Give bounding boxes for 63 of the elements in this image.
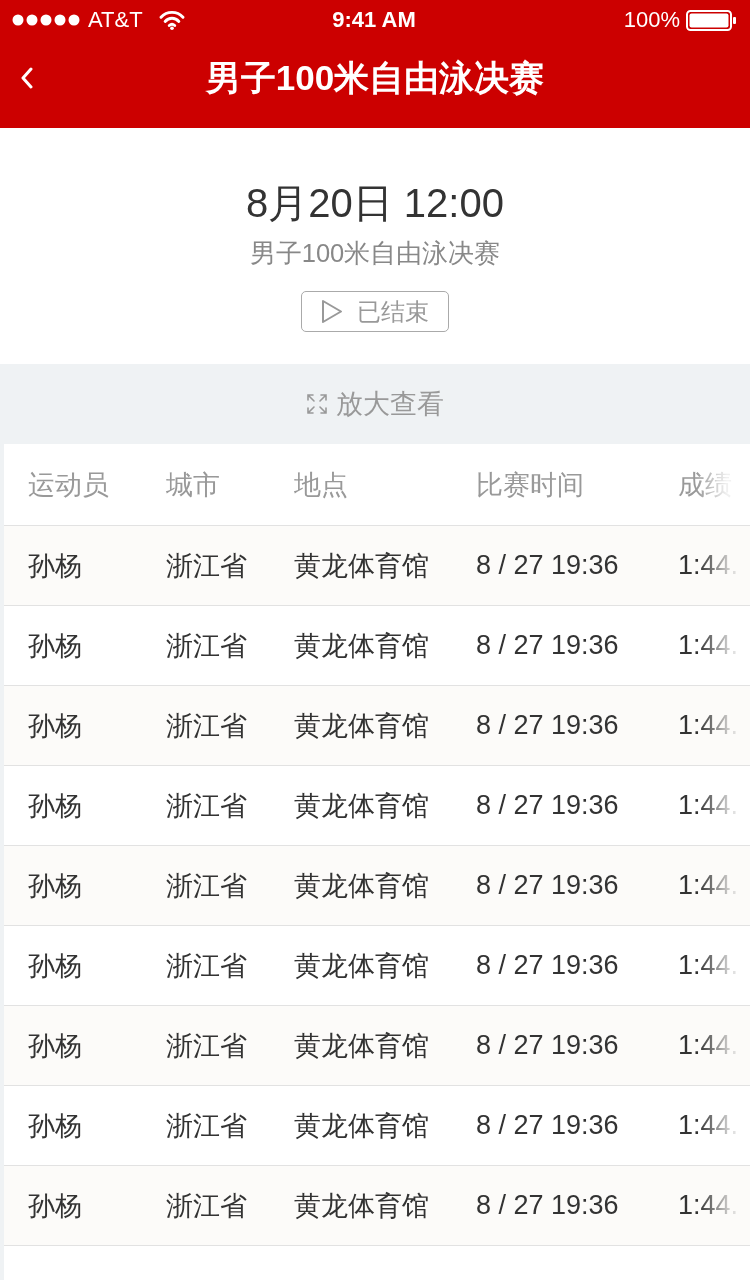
signal-icon (12, 13, 80, 27)
table-cell: 1:44. (678, 1190, 739, 1221)
table-cell: 1:44. (678, 1030, 739, 1061)
table-cell: 8 / 27 19:36 (476, 950, 619, 981)
table-cell-text: 黄龙体育馆 (294, 869, 429, 903)
table-cell: 1:44. (678, 1110, 739, 1141)
table-cell-text: 浙江省 (166, 629, 247, 663)
table-cell-text: 黄龙体育馆 (294, 1189, 429, 1223)
table-cell: 1:44. (678, 710, 739, 741)
column-header: 成绩 (678, 468, 732, 502)
table-cell: 1:44. (678, 870, 739, 901)
back-icon (21, 67, 33, 89)
table-cell: 8 / 27 19:36 (476, 630, 619, 661)
table-cell: 1:44. (678, 550, 739, 581)
table-cell-text: 浙江省 (166, 789, 247, 823)
table-cell-text: 孙杨 (28, 709, 82, 743)
table-cell-text: 浙江省 (166, 949, 247, 983)
table-cell-text: 孙杨 (28, 1029, 82, 1063)
table-cell-text: 浙江省 (166, 1029, 247, 1063)
table-cell-text: 浙江省 (166, 709, 247, 743)
expand-icon (306, 393, 328, 415)
table-cell-text: 黄龙体育馆 (294, 1109, 429, 1143)
status-button[interactable]: 已结束 (301, 291, 449, 332)
table-cell-text: 浙江省 (166, 869, 247, 903)
table-cell-text: 孙杨 (28, 1189, 82, 1223)
table-cell-text: 黄龙体育馆 (294, 549, 429, 583)
page-title: 男子100米自由泳决赛 (204, 57, 546, 99)
battery-percent: 100% (623, 7, 680, 33)
event-datetime: 8月20日 12:00 (246, 180, 504, 227)
table-cell-text: 黄龙体育馆 (294, 949, 429, 983)
table-cell: 8 / 27 19:36 (476, 550, 619, 581)
table-cell: 8 / 27 19:36 (476, 870, 619, 901)
battery-icon (686, 9, 736, 31)
table-cell-text: 孙杨 (28, 549, 82, 583)
table-cell-text: 孙杨 (28, 629, 82, 663)
table-cell-text: 孙杨 (28, 789, 82, 823)
table-cell-text: 黄龙体育馆 (294, 709, 429, 743)
table-cell-text: 孙杨 (28, 869, 82, 903)
table-cell: 8 / 27 19:36 (476, 790, 619, 821)
table-cell-text: 黄龙体育馆 (294, 629, 429, 663)
column-header: 城市 (166, 468, 220, 502)
wifi-icon (158, 9, 185, 31)
table-cell: 1:44. (678, 630, 739, 661)
table-cell: 8 / 27 19:36 (476, 710, 619, 741)
status-time: 9:41 AM (332, 7, 416, 33)
event-name: 男子100米自由泳决赛 (249, 238, 501, 269)
play-icon (321, 299, 343, 324)
table-cell-text: 黄龙体育馆 (294, 789, 429, 823)
table-cell-text: 黄龙体育馆 (294, 1029, 429, 1063)
column-header: 比赛时间 (476, 468, 584, 502)
table-cell-text: 孙杨 (28, 949, 82, 983)
table-cell-text: 孙杨 (28, 1109, 82, 1143)
table-cell: 1:44. (678, 790, 739, 821)
table-cell: 8 / 27 19:36 (476, 1110, 619, 1141)
column-header: 运动员 (28, 468, 109, 502)
table-cell: 8 / 27 19:36 (476, 1030, 619, 1061)
table-cell: 8 / 27 19:36 (476, 1190, 619, 1221)
table-cell-text: 浙江省 (166, 1189, 247, 1223)
table-cell-text: 浙江省 (166, 549, 247, 583)
carrier-name: AT&T (88, 7, 143, 33)
table-cell-text: 浙江省 (166, 1109, 247, 1143)
column-header: 地点 (294, 468, 348, 502)
table-cell: 1:44. (678, 950, 739, 981)
